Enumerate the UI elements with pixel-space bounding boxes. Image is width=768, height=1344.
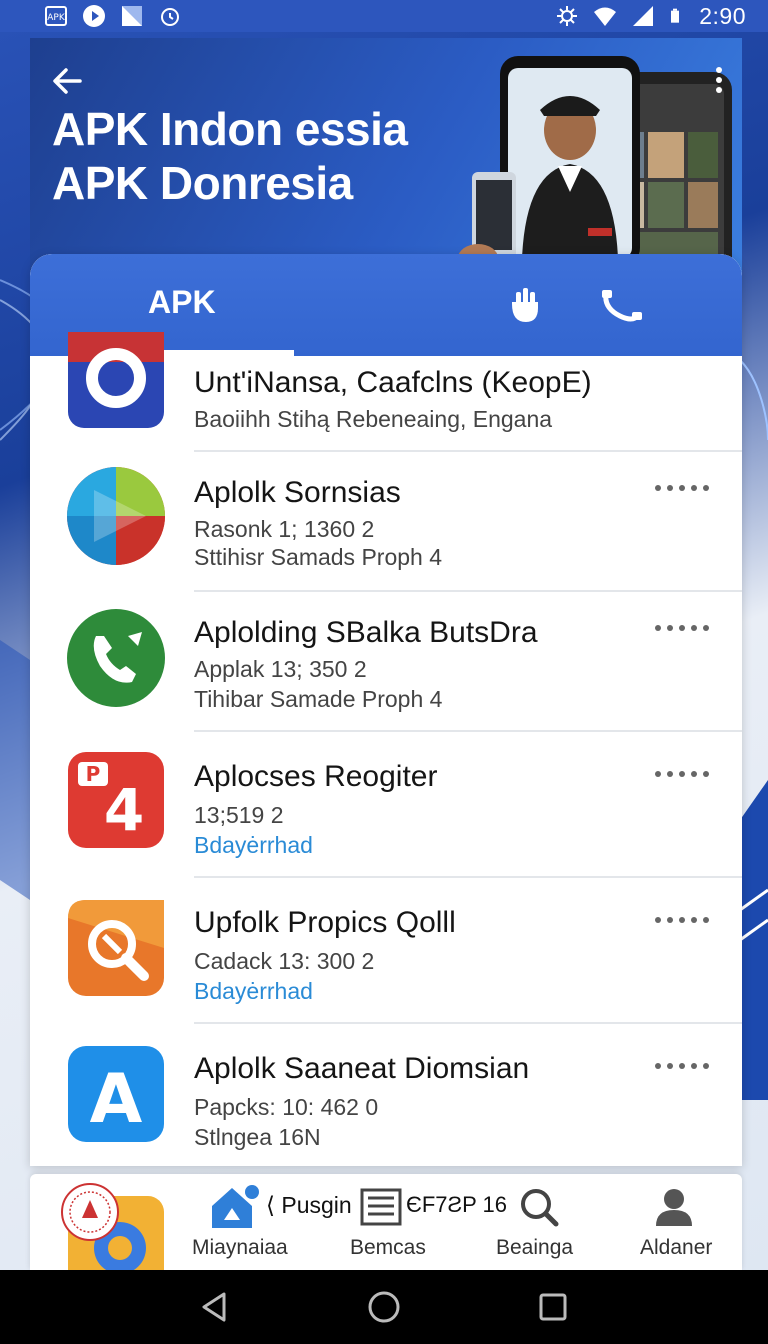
signal-square-icon xyxy=(122,6,142,26)
camera-ring-app-icon xyxy=(68,332,164,428)
hand-icon[interactable] xyxy=(510,288,542,324)
more-dots-icon[interactable] xyxy=(654,914,710,926)
nav-item-browse[interactable]: ЄF7ƧP 16 Bemcas xyxy=(350,1174,507,1270)
magnifier-tool-app-icon xyxy=(68,900,164,996)
list-item[interactable]: Aplolding SBalka ButsDra Applak 13; 350 … xyxy=(30,592,742,732)
app-detail: Stlngea 16N xyxy=(194,1124,321,1150)
app-title: Upfolk Propics Qolll xyxy=(194,906,456,939)
svg-text:A: A xyxy=(90,1060,143,1139)
list-item[interactable]: P 4 Aplocses Reogiter 13;519 2 Bdayėrrha… xyxy=(30,732,742,878)
more-dots-icon[interactable] xyxy=(654,622,710,634)
app-subtitle: Applak 13; 350 2 xyxy=(194,656,367,682)
svg-text:APK: APK xyxy=(47,13,66,23)
list-item[interactable]: Upfolk Propics Qolll Cadack 13: 300 2 Bd… xyxy=(30,878,742,1024)
nav-extra-text: ⟨ Pusgin xyxy=(266,1192,352,1218)
app-logo-icon xyxy=(61,1183,164,1270)
app-subtitle: Baoiihh Stihą Rebeneaing, Engana xyxy=(194,406,553,432)
nav-recents-icon[interactable] xyxy=(536,1290,570,1324)
alarm-icon xyxy=(161,8,179,26)
more-dots-icon[interactable] xyxy=(654,1060,710,1072)
page-title: APK Indon essia APK Donresia xyxy=(52,102,408,210)
title-line-1: APK Indon essia xyxy=(52,103,408,155)
app-title: Aplolk Saaneat Diomsian xyxy=(194,1052,530,1085)
svg-text:P: P xyxy=(86,762,101,786)
app-subtitle: 13;519 2 xyxy=(194,802,284,828)
status-bar: APK 2:90 xyxy=(0,0,768,32)
app-title: Aplocses Reogiter xyxy=(194,760,438,793)
phone-icon[interactable] xyxy=(602,290,642,322)
nav-label: Aldaner xyxy=(640,1236,713,1259)
nav-label: Miaynaiaa xyxy=(192,1236,288,1259)
more-dots-icon[interactable] xyxy=(654,768,710,780)
more-dots-icon[interactable] xyxy=(654,482,710,494)
tab-apk[interactable]: APK xyxy=(148,284,216,321)
list-item[interactable]: Unt'iNansa, Caafclns (KeopE) Baoiihh Sti… xyxy=(30,332,742,452)
nav-label: Bemcas xyxy=(350,1236,426,1259)
nav-item-logo[interactable] xyxy=(30,1174,180,1270)
nav-back-icon[interactable] xyxy=(198,1290,232,1324)
settings-icon xyxy=(557,6,578,26)
app-detail: Sttihisr Samads Proph 4 xyxy=(194,544,443,570)
app-detail-link[interactable]: Bdayėrrhad xyxy=(194,832,313,859)
promo-illustration xyxy=(458,56,732,278)
list-item[interactable]: A Aplolk Saaneat Diomsian Papcks: 10: 46… xyxy=(30,1024,742,1166)
phone-call-app-icon xyxy=(67,609,165,707)
app-list-card: APK Unt'iNansa, Caafclns (KeopE) Baoiihh… xyxy=(30,254,742,1166)
nav-item-home[interactable]: ⟨ Pusgin Miaynaiaa xyxy=(180,1174,352,1270)
nav-item-search[interactable]: Beainga xyxy=(490,1174,610,1270)
cell-signal-icon xyxy=(633,6,654,26)
more-vert-icon[interactable] xyxy=(714,66,724,94)
list-grid-icon xyxy=(360,1188,402,1226)
status-right-icons: 2:90 xyxy=(555,3,746,30)
battery-icon xyxy=(671,8,680,23)
nav-item-account[interactable]: Aldaner xyxy=(630,1174,742,1270)
title-line-2: APK Donresia xyxy=(52,157,353,209)
app-title: Unt'iNansa, Caafclns (KeopE) xyxy=(194,366,592,399)
app-subtitle: Papcks: 10: 462 0 xyxy=(194,1094,379,1120)
app-subtitle: Cadack 13: 300 2 xyxy=(194,948,375,974)
app-title: Aplolding SBalka ButsDra xyxy=(194,616,538,649)
play-triangle-app-icon xyxy=(67,467,165,565)
search-icon xyxy=(521,1189,559,1227)
status-left-icons: APK xyxy=(44,4,182,28)
play-circle-icon xyxy=(83,5,105,27)
app-subtitle: Rasonk 1; 1360 2 xyxy=(194,516,375,542)
red-p4-app-icon: P 4 xyxy=(68,752,164,848)
app-detail-link[interactable]: Bdayėrrhad xyxy=(194,978,313,1005)
account-icon xyxy=(656,1189,692,1226)
upload-home-icon xyxy=(212,1185,259,1228)
system-nav-bar xyxy=(0,1270,768,1344)
list-item[interactable]: Aplolk Sornsias Rasonk 1; 1360 2 Sttihis… xyxy=(30,452,742,592)
app-detail: Tihibar Samade Proph 4 xyxy=(194,686,443,712)
apk-badge-icon: APK xyxy=(45,6,67,26)
header-banner: APK Indon essia APK Donresia xyxy=(30,38,742,278)
back-arrow-icon[interactable] xyxy=(50,64,84,98)
letter-a-app-icon: A xyxy=(68,1046,164,1142)
bottom-nav: ⟨ Pusgin Miaynaiaa ЄF7ƧP 16 Bemcas Beain… xyxy=(30,1174,742,1270)
app-title: Aplolk Sornsias xyxy=(194,476,401,509)
status-time: 2:90 xyxy=(699,2,746,29)
nav-label: Beainga xyxy=(496,1236,574,1259)
nav-home-icon[interactable] xyxy=(367,1290,401,1324)
wifi-icon xyxy=(594,7,617,26)
svg-text:4: 4 xyxy=(104,776,144,844)
